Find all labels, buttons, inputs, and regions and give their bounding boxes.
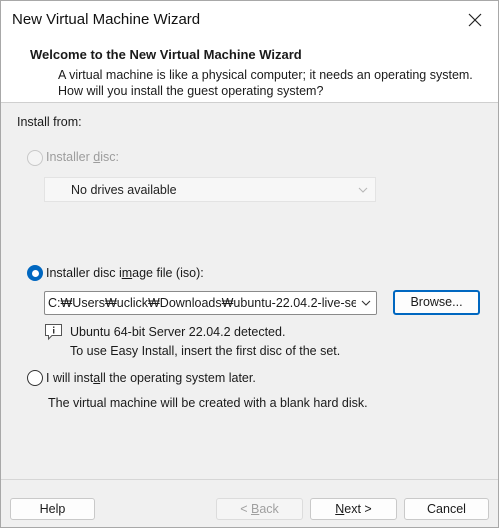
chevron-down-icon xyxy=(361,300,371,306)
install-later-description: The virtual machine will be created with… xyxy=(48,396,368,410)
back-button[interactable]: < Back xyxy=(216,498,303,520)
install-from-label: Install from: xyxy=(17,115,82,129)
iso-path-combobox[interactable]: C:₩Users₩uclick₩Downloads₩ubuntu-22.04.2… xyxy=(44,291,377,315)
close-button[interactable] xyxy=(452,1,498,39)
help-button[interactable]: Help xyxy=(10,498,95,520)
iso-path-value: C:₩Users₩uclick₩Downloads₩ubuntu-22.04.2… xyxy=(48,296,376,310)
header-description: A virtual machine is like a physical com… xyxy=(58,68,473,98)
header-title: Welcome to the New Virtual Machine Wizar… xyxy=(30,47,302,62)
disc-image-radio[interactable] xyxy=(27,265,43,281)
cancel-button[interactable]: Cancel xyxy=(404,498,489,520)
chevron-down-icon xyxy=(358,187,368,193)
window-title: New Virtual Machine Wizard xyxy=(12,11,201,28)
installer-disc-radio[interactable] xyxy=(27,150,43,166)
install-later-label: I will install the operating system late… xyxy=(46,371,256,385)
iso-path-dropdown-button[interactable] xyxy=(356,292,376,314)
drive-select-value: No drives available xyxy=(71,183,177,197)
browse-button[interactable]: Browse... xyxy=(393,290,480,315)
wizard-window: New Virtual Machine Wizard Welcome to th… xyxy=(0,0,499,528)
detected-os-message: Ubuntu 64-bit Server 22.04.2 detected. T… xyxy=(70,323,340,361)
easy-install-hint: To use Easy Install, insert the first di… xyxy=(70,344,341,358)
info-icon xyxy=(45,324,62,341)
disc-image-label: Installer disc image file (iso): xyxy=(46,266,204,280)
detected-os-line: Ubuntu 64-bit Server 22.04.2 detected. xyxy=(70,325,286,339)
install-later-radio[interactable] xyxy=(27,370,43,386)
close-icon xyxy=(468,13,482,27)
wizard-header: Welcome to the New Virtual Machine Wizar… xyxy=(1,39,498,103)
next-button[interactable]: Next > xyxy=(310,498,397,520)
wizard-footer: Help < Back Next > Cancel xyxy=(1,479,498,527)
title-bar: New Virtual Machine Wizard xyxy=(1,1,498,39)
installer-disc-label: Installer disc: xyxy=(46,150,119,164)
install-options: Install from: Installer disc: No drives … xyxy=(1,104,498,479)
drive-select[interactable]: No drives available xyxy=(44,177,376,202)
